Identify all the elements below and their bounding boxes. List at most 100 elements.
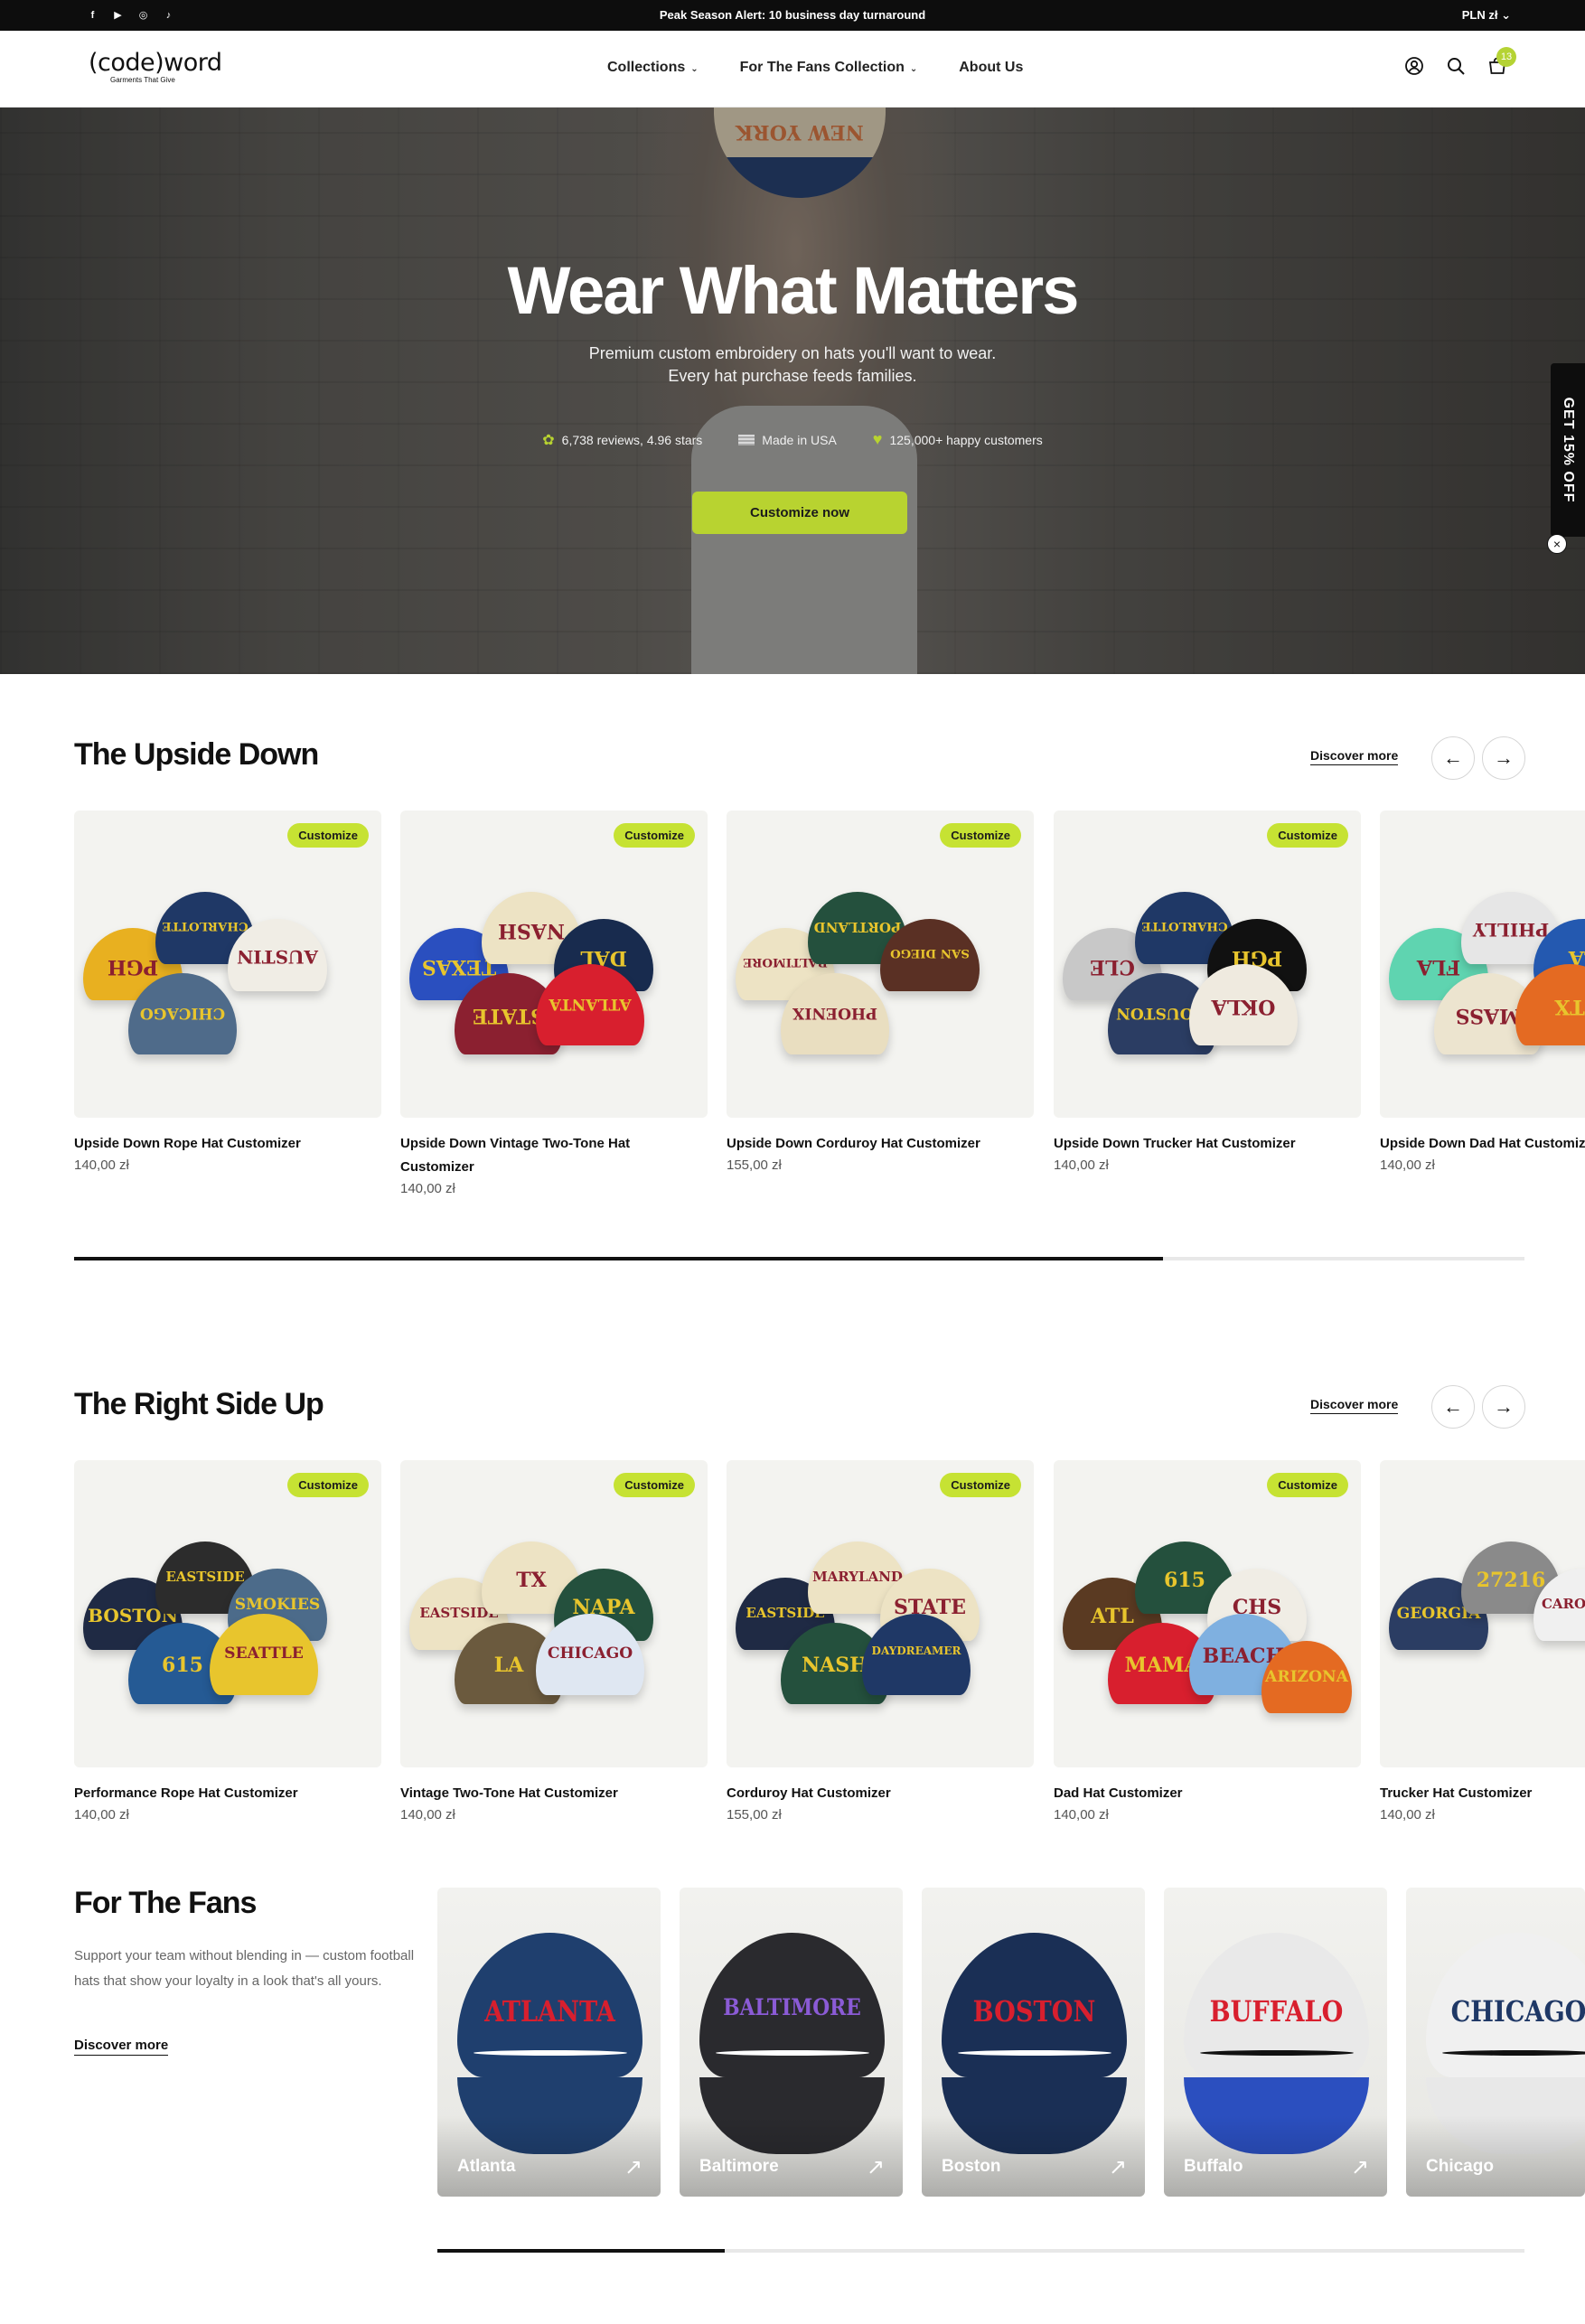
trust-badges: ✿ 6,738 reviews, 4.96 stars Made in USA ♥…	[0, 430, 1585, 449]
product-name[interactable]: Performance Rope Hat Customizer	[74, 1782, 381, 1805]
product-name[interactable]: Upside Down Dad Hat Customizer	[1380, 1132, 1585, 1156]
product-card[interactable]: EASTSIDE TX NAPA LA CHICAGO Customize Vintage …	[400, 1460, 708, 1823]
product-card[interactable]: EASTSIDE MARYLAND STATE NASH DAYDREAMER Custo…	[727, 1460, 1034, 1823]
product-name[interactable]: Vintage Two-Tone Hat Customizer	[400, 1782, 708, 1805]
hero-overlay	[0, 108, 1585, 674]
team-cap-rope	[1442, 2050, 1585, 2056]
product-image[interactable]: ATL 615 CHS MAMA BEACH ARIZONA Customize	[1054, 1460, 1361, 1767]
for-the-fans-description: Support your team without blending in — …	[74, 1948, 415, 1989]
product-image[interactable]: FLAPHILLYLAMASSTX	[1380, 811, 1585, 1118]
customize-now-button[interactable]: Customize now	[692, 492, 907, 534]
us-flag-icon	[738, 434, 755, 445]
trust-reviews: ✿ 6,738 reviews, 4.96 stars	[542, 430, 702, 449]
team-card-shade	[1406, 2115, 1585, 2197]
customize-badge[interactable]: Customize	[614, 1473, 695, 1497]
search-icon[interactable]	[1444, 54, 1468, 78]
carousel-progress-fill	[74, 1257, 1163, 1260]
hat-text: CHARLOTTE	[162, 919, 249, 934]
discover-more-link[interactable]: Discover more	[1310, 1397, 1399, 1414]
product-card[interactable]: ATL 615 CHS MAMA BEACH ARIZONA Customize Dad Ha…	[1054, 1460, 1361, 1823]
team-cap-rope	[474, 2050, 627, 2056]
carousel-progress	[74, 1257, 1524, 1260]
product-image[interactable]: BOSTON EASTSIDE SMOKIES 615 SEATTLE Customize	[74, 1460, 381, 1767]
hat-text: CHARLOTTE	[1141, 919, 1228, 934]
product-image[interactable]: CLE CHARLOTTE PGH HOUSTON OKLA Customize	[1054, 811, 1361, 1118]
hat-text: EASTSIDE	[165, 1569, 245, 1586]
product-name[interactable]: Upside Down Corduroy Hat Customizer	[727, 1132, 1034, 1156]
customize-badge[interactable]: Customize	[614, 823, 695, 848]
product-name[interactable]: Upside Down Trucker Hat Customizer	[1054, 1132, 1361, 1156]
hero-subtitle-line1: Premium custom embroidery on hats you'll…	[588, 344, 997, 362]
logo-text: (code)word	[89, 49, 222, 77]
product-card[interactable]: BOSTON EASTSIDE SMOKIES 615 SEATTLE Customize…	[74, 1460, 381, 1823]
customize-badge[interactable]: Customize	[940, 1473, 1021, 1497]
product-card[interactable]: PGH CHARLOTTE AUSTIN CHICAGO Customize Upside…	[74, 811, 381, 1173]
team-cap-text: BALTIMORE	[723, 1994, 861, 2021]
product-card[interactable]: BALTIMORE PORTLAND SAN DIEGO PHOENIX Customi…	[727, 811, 1034, 1173]
product-image[interactable]: EASTSIDE TX NAPA LA CHICAGO Customize	[400, 1460, 708, 1767]
discount-tab-label: GET 15% OFF	[1561, 397, 1576, 503]
product-name[interactable]: Dad Hat Customizer	[1054, 1782, 1361, 1805]
customize-badge[interactable]: Customize	[1267, 1473, 1348, 1497]
hero-title: Wear What Matters	[507, 253, 1080, 328]
product-card[interactable]: CLE CHARLOTTE PGH HOUSTON OKLA Customize Upsid…	[1054, 811, 1361, 1173]
hat-text: OKLA	[1211, 995, 1276, 1019]
next-arrow-button[interactable]: →	[1482, 1385, 1525, 1429]
arrow-up-right-icon: ↗	[1108, 2155, 1127, 2179]
product-price: 155,00 zł	[727, 1157, 782, 1173]
product-price: 140,00 zł	[1380, 1807, 1435, 1823]
customize-badge[interactable]: Customize	[287, 1473, 369, 1497]
team-card-baltimore[interactable]: BALTIMORE Baltimore ↗	[680, 1888, 903, 2197]
prev-arrow-button[interactable]: ←	[1431, 736, 1475, 780]
logo[interactable]: (code)word Garments That Give	[89, 49, 222, 84]
hat-text: SAN DIEGO	[890, 946, 970, 961]
nav-collections[interactable]: Collections ⌄	[607, 60, 699, 76]
announcement-text: Peak Season Alert: 10 business day turna…	[659, 8, 926, 22]
team-cap-text: BOSTON	[972, 1994, 1096, 2029]
product-image[interactable]: BALTIMORE PORTLAND SAN DIEGO PHOENIX Customi…	[727, 811, 1034, 1118]
discount-popup-tab[interactable]: GET 15% OFF	[1551, 363, 1585, 537]
product-card[interactable]: FLAPHILLYLAMASSTX Upside Down Dad Hat Cus…	[1380, 811, 1585, 1173]
customize-badge[interactable]: Customize	[287, 823, 369, 848]
nav-for-the-fans[interactable]: For The Fans Collection ⌄	[740, 60, 918, 76]
product-name[interactable]: Corduroy Hat Customizer	[727, 1782, 1034, 1805]
logo-tagline: Garments That Give	[110, 76, 175, 84]
discover-more-link[interactable]: Discover more	[1310, 748, 1399, 765]
customize-badge[interactable]: Customize	[940, 823, 1021, 848]
team-card-atlanta[interactable]: ATLANTA Atlanta ↗	[437, 1888, 661, 2197]
hat-text: CAROLINA	[1541, 1596, 1585, 1613]
nav-about-us[interactable]: About Us	[959, 60, 1023, 76]
discover-more-link[interactable]: Discover more	[74, 2038, 169, 2056]
next-arrow-button[interactable]: →	[1482, 736, 1525, 780]
hat-text: MARYLAND	[812, 1569, 903, 1586]
nav-label: Collections	[607, 60, 686, 75]
product-name[interactable]: Upside Down Vintage Two-Tone Hat Customi…	[400, 1132, 708, 1179]
trust-text: 125,000+ happy customers	[889, 432, 1043, 447]
prev-arrow-button[interactable]: ←	[1431, 1385, 1475, 1429]
product-card[interactable]: TEXAS NASH DAL STATE ATLANTA Customize Upside …	[400, 811, 708, 1196]
product-image[interactable]: GEORGIA27216CAROLINA	[1380, 1460, 1585, 1767]
team-card-buffalo[interactable]: BUFFALO Buffalo ↗	[1164, 1888, 1387, 2197]
currency-selector[interactable]: PLN zł ⌄	[1462, 8, 1511, 23]
team-cap-rope	[958, 2050, 1111, 2056]
product-name[interactable]: Upside Down Rope Hat Customizer	[74, 1132, 381, 1156]
chevron-down-icon: ⌄	[690, 64, 699, 74]
close-icon[interactable]: ×	[1547, 534, 1567, 554]
team-cap-text: CHICAGO	[1450, 1994, 1585, 2029]
account-icon[interactable]	[1402, 54, 1426, 78]
team-cap-text: BUFFALO	[1209, 1994, 1344, 2029]
customize-badge[interactable]: Customize	[1267, 823, 1348, 848]
product-card[interactable]: GEORGIA27216CAROLINA Trucker Hat Customiz…	[1380, 1460, 1585, 1823]
arrow-up-right-icon: ↗	[624, 2155, 642, 2179]
product-price: 140,00 zł	[74, 1157, 129, 1173]
product-name[interactable]: Trucker Hat Customizer	[1380, 1782, 1585, 1805]
team-card-chicago[interactable]: CHICAGO Chicago	[1406, 1888, 1585, 2197]
site-header: (code)word Garments That Give Collection…	[0, 31, 1585, 108]
product-image[interactable]: PGH CHARLOTTE AUSTIN CHICAGO Customize	[74, 811, 381, 1118]
hat-text: ARIZONA	[1265, 1668, 1348, 1687]
product-image[interactable]: TEXAS NASH DAL STATE ATLANTA Customize	[400, 811, 708, 1118]
product-image[interactable]: EASTSIDE MARYLAND STATE NASH DAYDREAMER Custo…	[727, 1460, 1034, 1767]
product-price: 140,00 zł	[400, 1807, 455, 1823]
cart-icon[interactable]: 13	[1486, 47, 1516, 78]
team-card-boston[interactable]: BOSTON Boston ↗	[922, 1888, 1145, 2197]
